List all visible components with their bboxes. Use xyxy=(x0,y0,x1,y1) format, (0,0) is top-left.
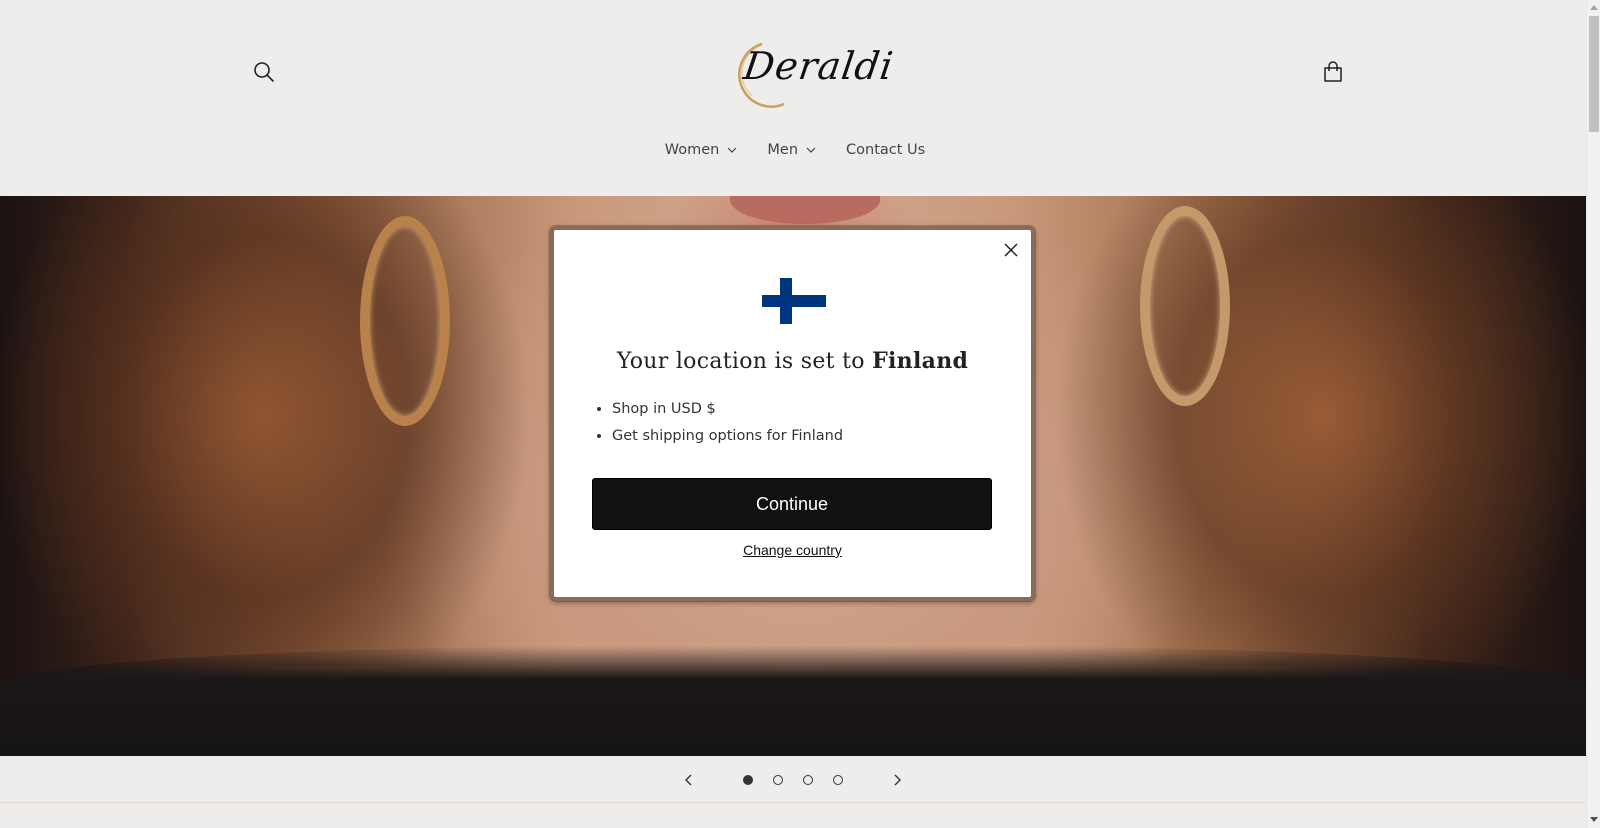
chevron-right-icon xyxy=(894,774,901,786)
finland-flag-icon xyxy=(762,278,826,324)
chevron-down-icon xyxy=(806,147,816,153)
slide-dots xyxy=(733,765,853,795)
slide-dot-3[interactable] xyxy=(793,765,823,795)
cart-button[interactable] xyxy=(1319,58,1347,86)
modal-title: Your location is set to Finland xyxy=(554,348,1031,374)
search-button[interactable] xyxy=(250,58,278,86)
chevron-left-icon xyxy=(685,774,692,786)
nav-item-contact-us[interactable]: Contact Us xyxy=(842,142,925,158)
list-item: Get shipping options for Finland xyxy=(612,427,843,445)
site-header: Deraldi Women Men Contact Us xyxy=(0,0,1586,196)
slide-dot-2[interactable] xyxy=(763,765,793,795)
slide-dot-4[interactable] xyxy=(823,765,853,795)
hero-hair-left xyxy=(0,196,560,666)
previous-slide-button[interactable] xyxy=(669,760,709,800)
scroll-up-arrow-icon[interactable] xyxy=(1590,5,1598,10)
location-modal: Your location is set to Finland Shop in … xyxy=(550,226,1035,601)
change-country-link[interactable]: Change country xyxy=(554,542,1031,558)
scroll-down-arrow-icon[interactable] xyxy=(1590,817,1598,822)
modal-close-button[interactable] xyxy=(999,238,1023,262)
close-icon xyxy=(1004,243,1018,257)
main-nav: Women Men Contact Us xyxy=(0,142,1586,158)
nav-item-men[interactable]: Men xyxy=(763,142,816,158)
next-slide-button[interactable] xyxy=(877,760,917,800)
modal-bullet-list: Shop in USD $ Get shipping options for F… xyxy=(612,400,843,454)
continue-button[interactable]: Continue xyxy=(592,478,992,530)
hero-lips xyxy=(730,196,880,224)
hoop-earring-left xyxy=(360,216,450,426)
nav-item-label: Men xyxy=(767,142,799,158)
nav-item-label: Women xyxy=(664,142,720,158)
hero-shirt xyxy=(0,646,1586,756)
cart-icon xyxy=(1324,61,1342,82)
modal-title-prefix: Your location is set to xyxy=(616,349,865,374)
page-scrollbar[interactable] xyxy=(1586,0,1600,828)
nav-item-label: Contact Us xyxy=(846,142,926,158)
logo-text: Deraldi xyxy=(740,44,897,88)
search-icon xyxy=(254,62,274,82)
nav-item-women[interactable]: Women xyxy=(661,142,738,158)
hero-hair-right xyxy=(1026,196,1586,666)
hoop-earring-right xyxy=(1140,206,1230,406)
slideshow-controls xyxy=(0,756,1586,804)
divider xyxy=(0,802,1586,803)
list-item: Shop in USD $ xyxy=(612,400,843,418)
scroll-thumb[interactable] xyxy=(1589,16,1599,132)
store-logo[interactable]: Deraldi xyxy=(722,36,897,112)
slide-dot-1[interactable] xyxy=(733,765,763,795)
chevron-down-icon xyxy=(727,147,737,153)
modal-title-country: Finland xyxy=(872,348,969,374)
